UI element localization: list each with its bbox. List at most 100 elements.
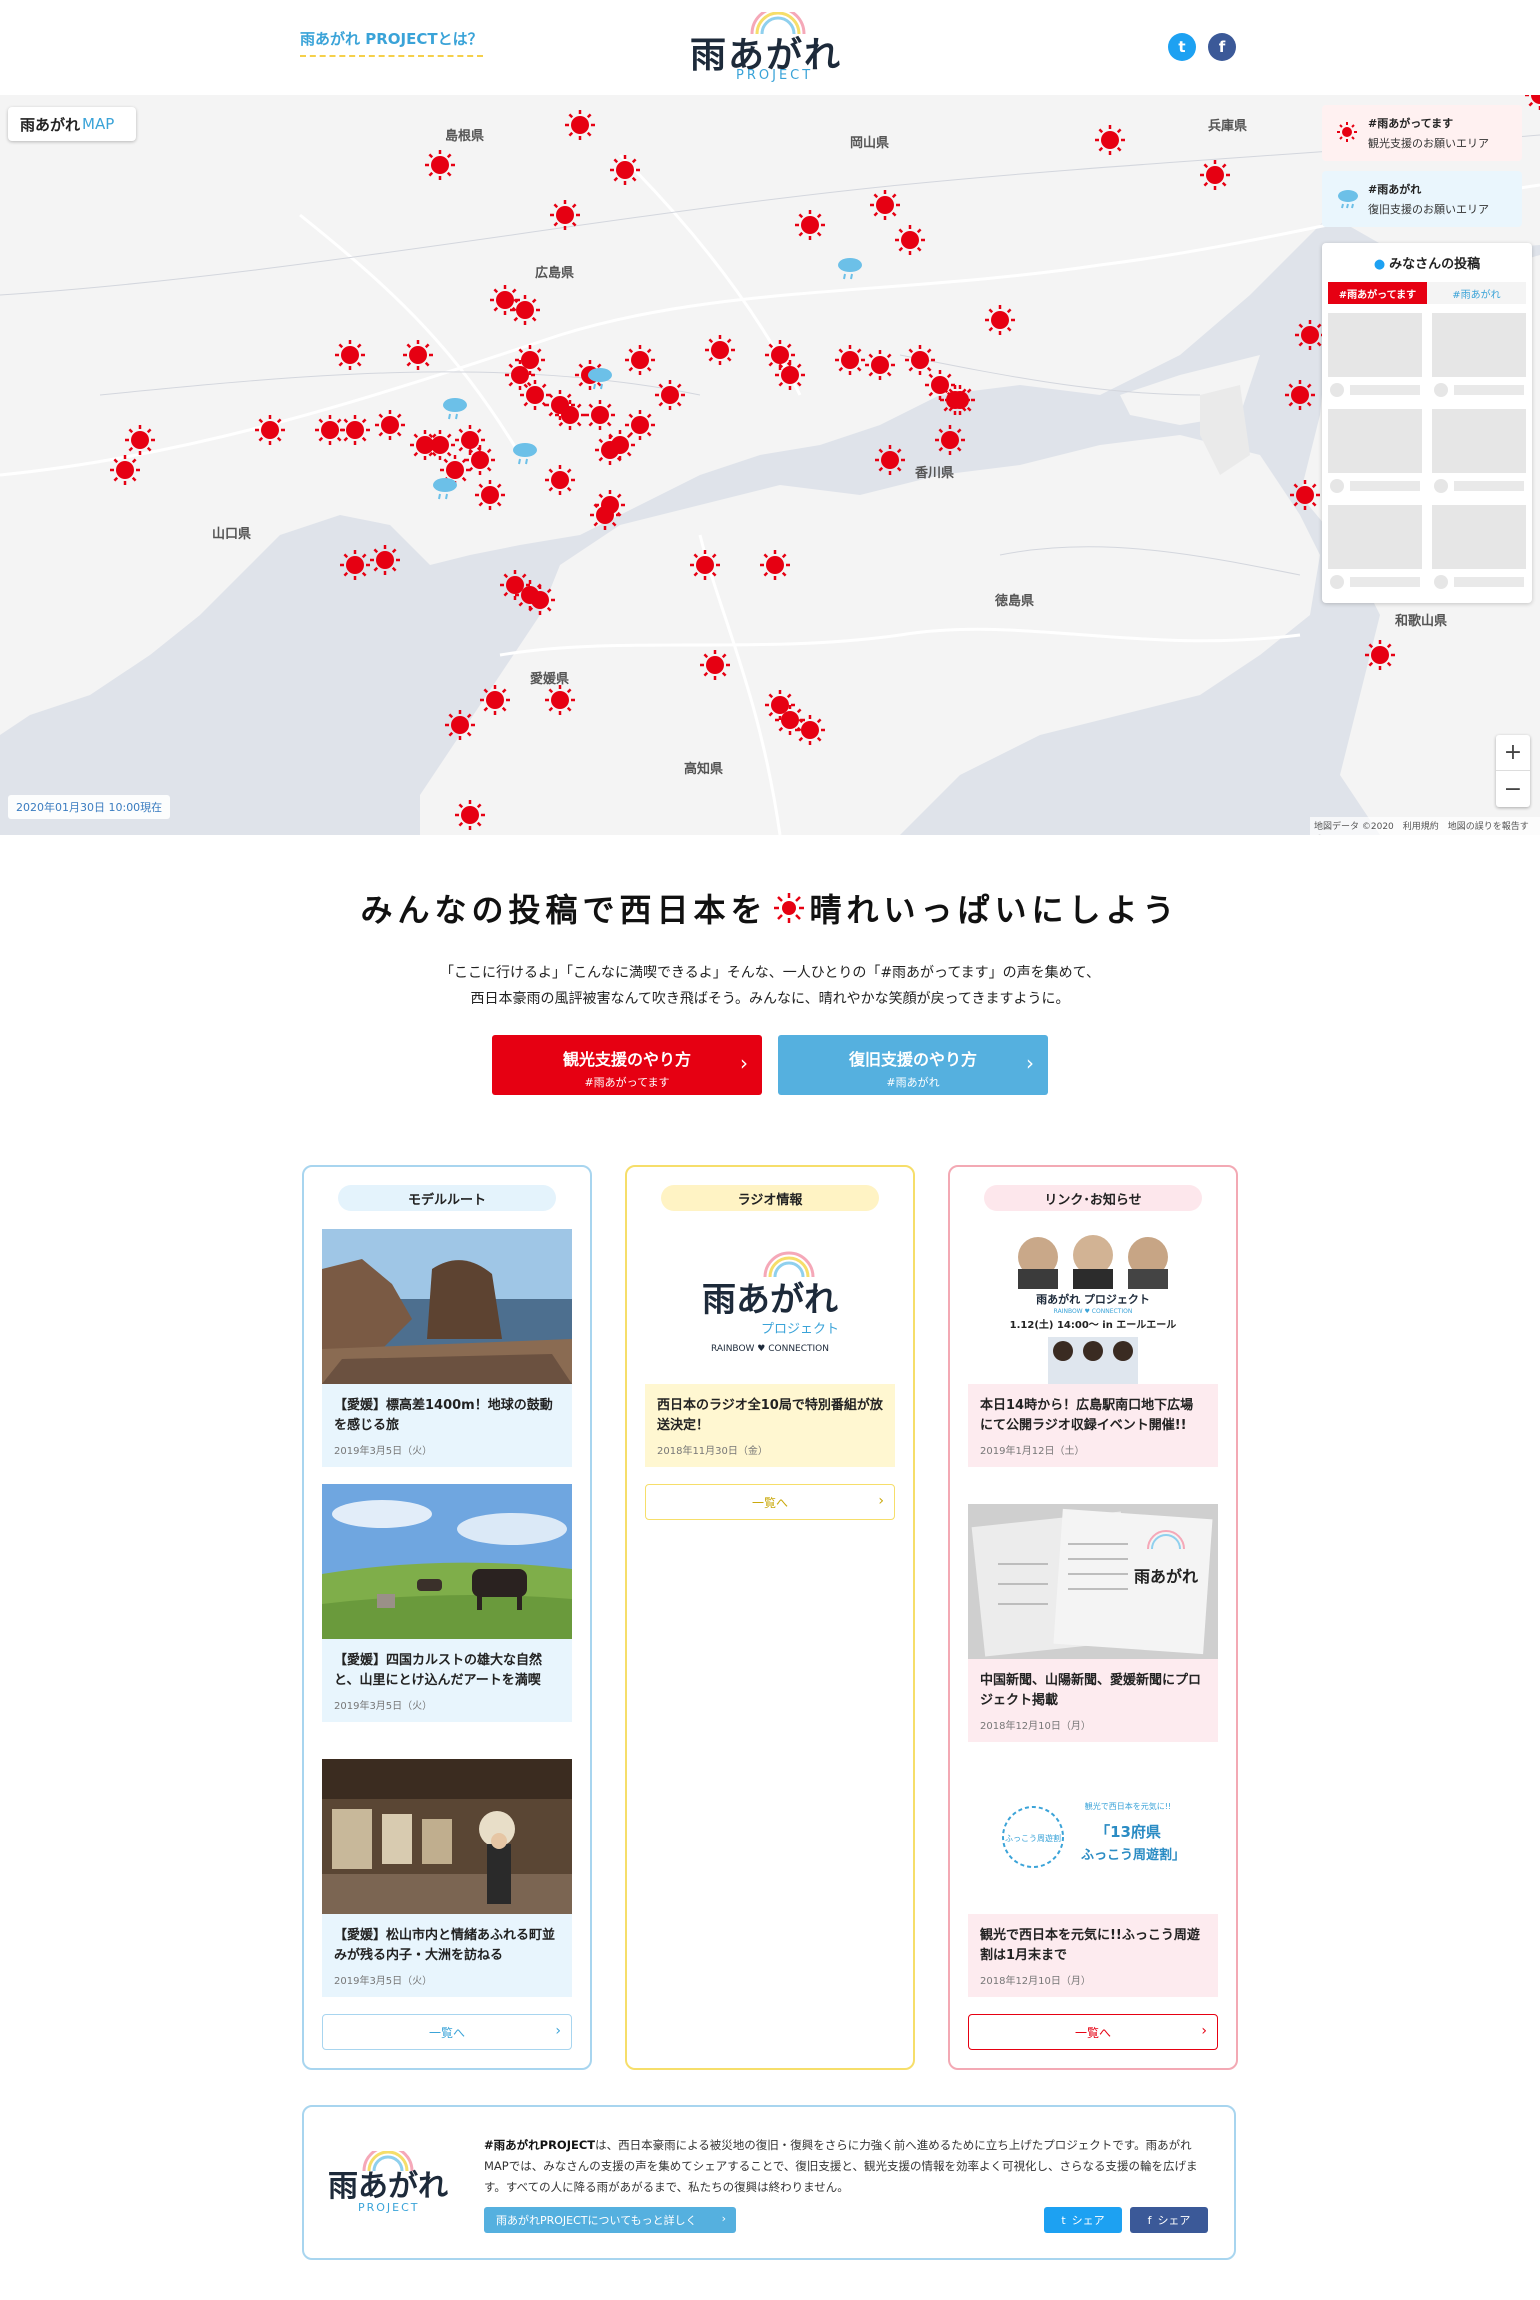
post-placeholder[interactable] [1328,505,1422,595]
svg-text:ふっこう周遊割: ふっこう周遊割 [1005,1833,1061,1843]
legend-rain: #雨あがれ 復旧支援のお願いエリア [1322,171,1522,227]
tourism-support-button[interactable]: 観光支援のやり方 #雨あがってます › [492,1035,762,1095]
twitter-icon[interactable]: t [1168,33,1196,61]
rain-cloud-icon [1338,190,1358,209]
post-thumbnail [1328,313,1422,377]
news-card[interactable]: ふっこう周遊割 観光で西日本を元気に!! 「13府県 ふっこう周遊割」 観光で西… [968,1759,1218,1997]
facebook-share-button[interactable]: f シェア [1130,2207,1208,2233]
post-thumbnail [1328,409,1422,473]
model-route-more-button[interactable]: 一覧へ › [322,2014,572,2050]
old-town-photo [322,1759,572,1914]
about-project-link[interactable]: 雨あがれ PROJECTとは？ [300,28,483,57]
svg-text:広島県: 広島県 [535,265,574,281]
post-thumbnail [1432,313,1526,377]
svg-text:1.12(土) 14:00〜 in エールエール: 1.12(土) 14:00〜 in エールエール [1010,1318,1177,1331]
svg-text:RAINBOW ♥ CONNECTION: RAINBOW ♥ CONNECTION [1054,1308,1133,1315]
about-project-box: 雨あがれ PROJECT #雨あがれPROJECTは、西日本豪雨による被災地の復… [302,2105,1236,2260]
svg-text:雨あがれ: 雨あがれ [1134,1567,1198,1586]
avatar [1434,383,1448,397]
svg-text:香川県: 香川県 [914,465,954,481]
chevron-right-icon: › [1026,1051,1034,1075]
radio-logo-image: 雨あがれ プロジェクト RAINBOW ♥ CONNECTION [645,1229,895,1384]
event-flyer-image: 雨あがれ プロジェクト RAINBOW ♥ CONNECTION 1.12(土)… [968,1229,1218,1384]
map-timestamp: 2020年01月30日 10:00現在 [8,795,171,819]
news-column: リンク･お知らせ 雨あがれ プロジェクト RAINBOW ♥ CONNECTIO… [948,1165,1238,2070]
facebook-icon: f [1147,2213,1152,2227]
svg-text:ふっこう周遊割」: ふっこう周遊割」 [1081,1847,1185,1863]
svg-text:プロジェクト: プロジェクト [761,1322,839,1337]
post-thumbnail [1432,505,1526,569]
newspaper-photo: 雨あがれ [968,1504,1218,1659]
radio-card[interactable]: 雨あがれ プロジェクト RAINBOW ♥ CONNECTION 西日本のラジオ… [645,1229,895,1467]
chevron-right-icon: › [1201,2023,1207,2039]
route-card[interactable]: 【愛媛】四国カルストの雄大な自然と、山里にとけ込んだアートを満喫 2019年3月… [322,1484,572,1722]
svg-text:兵庫県: 兵庫県 [1208,118,1247,134]
model-route-column: モデルルート 【愛媛】標高差1400m！地球の鼓動を感じる旅 2019年3月5日… [302,1165,592,2070]
hero-description: 「ここに行けるよ」「こんなに満喫できるよ」そんな、一人ひとりの「#雨あがってます… [440,965,1100,1007]
chevron-right-icon: › [740,1051,748,1075]
sun-marker-icon[interactable] [370,545,400,575]
chevron-right-icon: › [878,1493,884,1509]
sun-marker-icon[interactable] [1295,320,1325,350]
legend-sunny: #雨あがってます 観光支援のお願いエリア [1322,105,1522,161]
post-placeholder[interactable] [1432,505,1526,595]
svg-text:雨あがれ: 雨あがれ [702,1280,838,1320]
posts-panel: ● みなさんの投稿 #雨あがってます #雨あがれ [1322,243,1532,603]
map-credit[interactable]: 地図データ ©2020 利用規約 地図の誤りを報告する [1310,817,1540,835]
sun-marker-icon[interactable] [935,425,965,455]
support-map[interactable]: 島根県 岡山県 兵庫県 広島県 山口県 香川県 徳島県 愛媛県 高知県 和歌山県… [0,95,1540,835]
avatar [1434,575,1448,589]
chevron-right-icon: › [721,2212,726,2225]
pref-label: 島根県 [445,128,484,144]
svg-text:雨あがれ プロジェクト: 雨あがれ プロジェクト [1036,1292,1150,1306]
sun-marker-icon[interactable] [875,445,905,475]
svg-text:愛媛県: 愛媛県 [530,671,569,687]
route-card[interactable]: 【愛媛】松山市内と情緒あふれる町並みが残る内子・大洲を訪ねる 2019年3月5日… [322,1759,572,1997]
fukko-discount-banner: ふっこう周遊割 観光で西日本を元気に!! 「13府県 ふっこう周遊割」 [968,1759,1218,1914]
avatar [1330,383,1344,397]
recovery-support-button[interactable]: 復旧支援のやり方 #雨あがれ › [778,1035,1048,1095]
twitter-icon: t [1061,2213,1066,2227]
column-heading: ラジオ情報 [661,1185,879,1211]
post-placeholder[interactable] [1328,409,1422,499]
avatar [1330,479,1344,493]
svg-text:高知県: 高知県 [684,761,723,777]
about-more-button[interactable]: 雨あがれPROJECTについてもっと詳しく › [484,2207,736,2233]
sun-marker-icon[interactable] [340,550,370,580]
tab-rain-posts[interactable]: #雨あがれ [1427,282,1526,304]
svg-text:「13府県: 「13府県 [1095,1823,1161,1841]
post-placeholder[interactable] [1432,313,1526,403]
column-heading: リンク･お知らせ [984,1185,1202,1211]
svg-text:徳島県: 徳島県 [994,593,1034,609]
avatar [1330,575,1344,589]
logo-subtitle: PROJECT [736,68,814,83]
sun-marker-icon[interactable] [1285,380,1315,410]
post-thumbnail [1328,505,1422,569]
post-placeholder[interactable] [1328,313,1422,403]
news-more-button[interactable]: 一覧へ › [968,2014,1218,2050]
site-header: 雨あがれ PROJECTとは？ 雨あがれ PROJECT t f [0,0,1540,95]
map-title-badge: 雨あがれ MAP [8,107,136,141]
route-card[interactable]: 【愛媛】標高差1400m！地球の鼓動を感じる旅 2019年3月5日（火） [322,1229,572,1467]
news-card[interactable]: 雨あがれ プロジェクト RAINBOW ♥ CONNECTION 1.12(土)… [968,1229,1218,1467]
avatar [1434,479,1448,493]
radio-more-button[interactable]: 一覧へ › [645,1484,895,1520]
site-logo[interactable]: 雨あがれ PROJECT [690,8,850,88]
twitter-share-button[interactable]: t シェア [1044,2207,1122,2233]
radio-column: ラジオ情報 雨あがれ プロジェクト RAINBOW ♥ CONNECTION 西… [625,1165,915,2070]
map-canvas[interactable]: 島根県 岡山県 兵庫県 広島県 山口県 香川県 徳島県 愛媛県 高知県 和歌山県 [0,95,1540,835]
chevron-right-icon: › [555,2023,561,2039]
facebook-icon[interactable]: f [1208,33,1236,61]
zoom-controls: + − [1496,735,1530,807]
tab-sunny-posts[interactable]: #雨あがってます [1328,282,1427,304]
sun-icon [772,891,806,933]
svg-text:観光で西日本を元気に!!: 観光で西日本を元気に!! [1085,1801,1171,1811]
zoom-out-button[interactable]: − [1496,771,1530,807]
news-card[interactable]: 雨あがれ 中国新聞、山陽新聞、愛媛新聞にプロジェクト掲載 2018年12月10日… [968,1504,1218,1742]
post-thumbnail [1432,409,1526,473]
post-placeholder[interactable] [1432,409,1526,499]
zoom-in-button[interactable]: + [1496,735,1530,771]
hero-title: みんなの投稿で西日本を 晴れいっぱいにしよう [0,885,1540,933]
about-description: #雨あがれPROJECTは、西日本豪雨による被災地の復旧・復興をさらに力強く前へ… [484,2138,1198,2194]
twitter-bird-icon: ● [1373,257,1386,272]
